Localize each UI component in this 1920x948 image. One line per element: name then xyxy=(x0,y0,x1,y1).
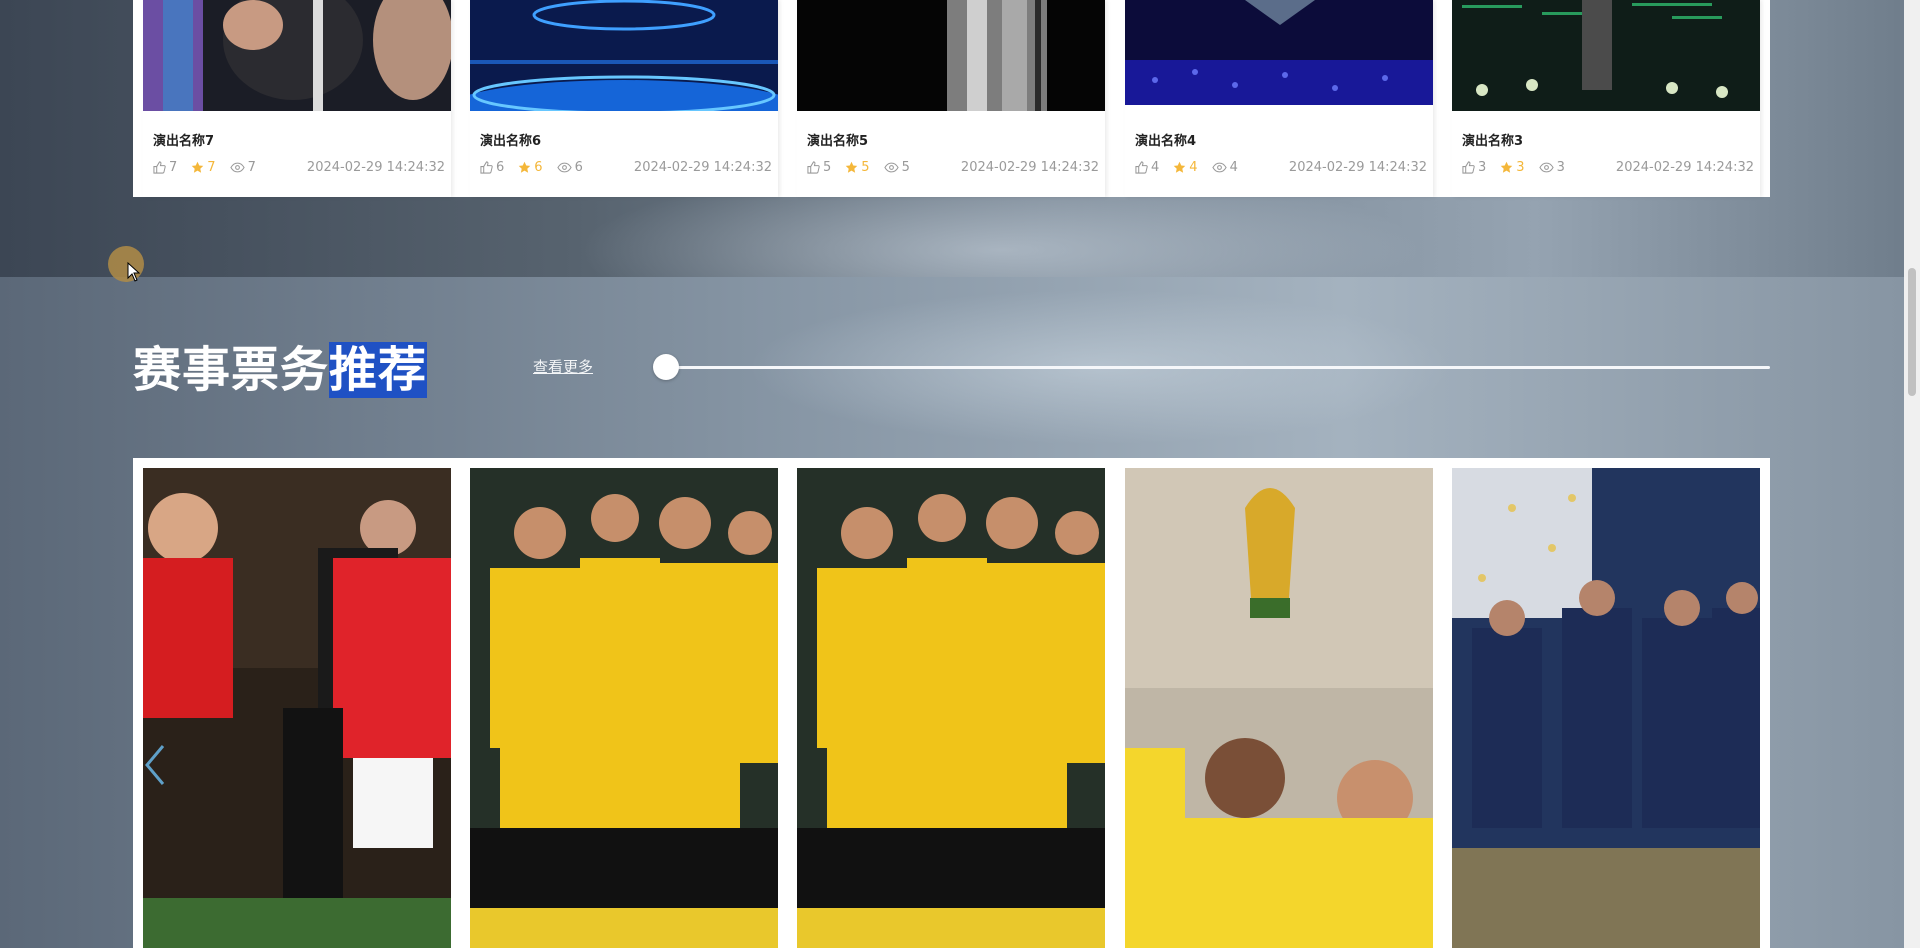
performance-thumbnail[interactable] xyxy=(797,0,1105,111)
performance-card[interactable]: 演出名称4 4 4 4 2024-02-29 14:24:32 xyxy=(1125,0,1433,197)
event-photo[interactable] xyxy=(797,468,1105,948)
thumbs-up-icon xyxy=(1135,160,1148,174)
event-ticket-list xyxy=(133,458,1770,948)
view-more-link[interactable]: 查看更多 xyxy=(533,356,593,377)
like-count[interactable]: 6 xyxy=(480,160,504,175)
page-scrollbar[interactable] xyxy=(1904,0,1920,948)
card-title[interactable]: 演出名称4 xyxy=(1135,130,1196,149)
scrollbar-thumb[interactable] xyxy=(1908,268,1916,396)
star-icon xyxy=(846,161,858,173)
event-photo[interactable] xyxy=(1452,468,1760,948)
card-meta: 6 6 6 2024-02-29 14:24:32 xyxy=(480,158,772,176)
eye-icon xyxy=(883,162,899,172)
eye-icon xyxy=(1211,162,1227,172)
eye-icon xyxy=(556,162,572,172)
card-date: 2024-02-29 14:24:32 xyxy=(1288,159,1427,175)
football-photo-trophy xyxy=(1125,468,1433,948)
like-count[interactable]: 4 xyxy=(1135,160,1159,175)
performance-card[interactable]: 演出名称6 6 6 6 2024-02-29 14:24:32 xyxy=(470,0,778,197)
performance-card-list: 演出名称7 7 7 7 2024-02-29 14:24:32 演出名称6 6 … xyxy=(133,0,1770,197)
favorite-count[interactable]: 3 xyxy=(1500,160,1525,175)
carousel-progress-handle[interactable] xyxy=(653,354,679,380)
carousel-progress-track[interactable] xyxy=(665,366,1770,369)
thumbs-up-icon xyxy=(807,160,820,174)
star-icon xyxy=(192,161,204,173)
performance-card[interactable]: 演出名称3 3 3 3 2024-02-29 14:24:32 xyxy=(1452,0,1760,197)
card-title[interactable]: 演出名称6 xyxy=(480,130,541,149)
view-count: 7 xyxy=(229,160,256,175)
performance-card[interactable]: 演出名称5 5 5 5 2024-02-29 14:24:32 xyxy=(797,0,1105,197)
thumbs-up-icon xyxy=(480,160,493,174)
view-count: 6 xyxy=(556,160,583,175)
card-title[interactable]: 演出名称3 xyxy=(1462,130,1523,149)
performance-thumbnail[interactable] xyxy=(470,0,778,111)
performance-card[interactable]: 演出名称7 7 7 7 2024-02-29 14:24:32 xyxy=(143,0,451,197)
thumbs-up-icon xyxy=(153,160,166,174)
performance-thumbnail[interactable] xyxy=(1125,0,1433,111)
section-title: 赛事票务推荐 xyxy=(133,338,428,402)
favorite-count[interactable]: 7 xyxy=(191,160,216,175)
star-icon xyxy=(1501,161,1513,173)
event-photo[interactable] xyxy=(143,468,451,948)
football-photo-yellow-team xyxy=(470,468,778,948)
star-icon xyxy=(1174,161,1186,173)
view-count: 4 xyxy=(1211,160,1238,175)
performance-thumbnail[interactable] xyxy=(143,0,451,111)
eye-icon xyxy=(229,162,245,172)
eye-icon xyxy=(1538,162,1554,172)
card-meta: 5 5 5 2024-02-29 14:24:32 xyxy=(807,158,1099,176)
favorite-count[interactable]: 5 xyxy=(845,160,870,175)
like-count[interactable]: 3 xyxy=(1462,160,1486,175)
card-date: 2024-02-29 14:24:32 xyxy=(633,159,772,175)
view-count: 5 xyxy=(883,160,910,175)
like-count[interactable]: 7 xyxy=(153,160,177,175)
performance-thumbnail[interactable] xyxy=(1452,0,1760,111)
like-count[interactable]: 5 xyxy=(807,160,831,175)
star-icon xyxy=(519,161,531,173)
card-title[interactable]: 演出名称7 xyxy=(153,130,214,149)
card-meta: 4 4 4 2024-02-29 14:24:32 xyxy=(1135,158,1427,176)
card-date: 2024-02-29 14:24:32 xyxy=(306,159,445,175)
favorite-count[interactable]: 4 xyxy=(1173,160,1198,175)
football-photo-red-team xyxy=(143,468,451,948)
thumbs-up-icon xyxy=(1462,160,1475,174)
favorite-count[interactable]: 6 xyxy=(518,160,543,175)
card-date: 2024-02-29 14:24:32 xyxy=(1615,159,1754,175)
carousel-prev-arrow-icon[interactable] xyxy=(141,742,171,788)
mouse-cursor-icon xyxy=(127,262,141,282)
view-count: 3 xyxy=(1538,160,1565,175)
section-title-selected-text: 推荐 xyxy=(329,342,428,398)
card-meta: 7 7 7 2024-02-29 14:24:32 xyxy=(153,158,445,176)
card-date: 2024-02-29 14:24:32 xyxy=(960,159,1099,175)
event-photo[interactable] xyxy=(1125,468,1433,948)
event-photo[interactable] xyxy=(470,468,778,948)
football-photo-yellow-team xyxy=(797,468,1105,948)
football-photo-celebration xyxy=(1452,468,1760,948)
section-title-text: 赛事票务 xyxy=(133,342,330,398)
card-title[interactable]: 演出名称5 xyxy=(807,130,868,149)
card-meta: 3 3 3 2024-02-29 14:24:32 xyxy=(1462,158,1754,176)
